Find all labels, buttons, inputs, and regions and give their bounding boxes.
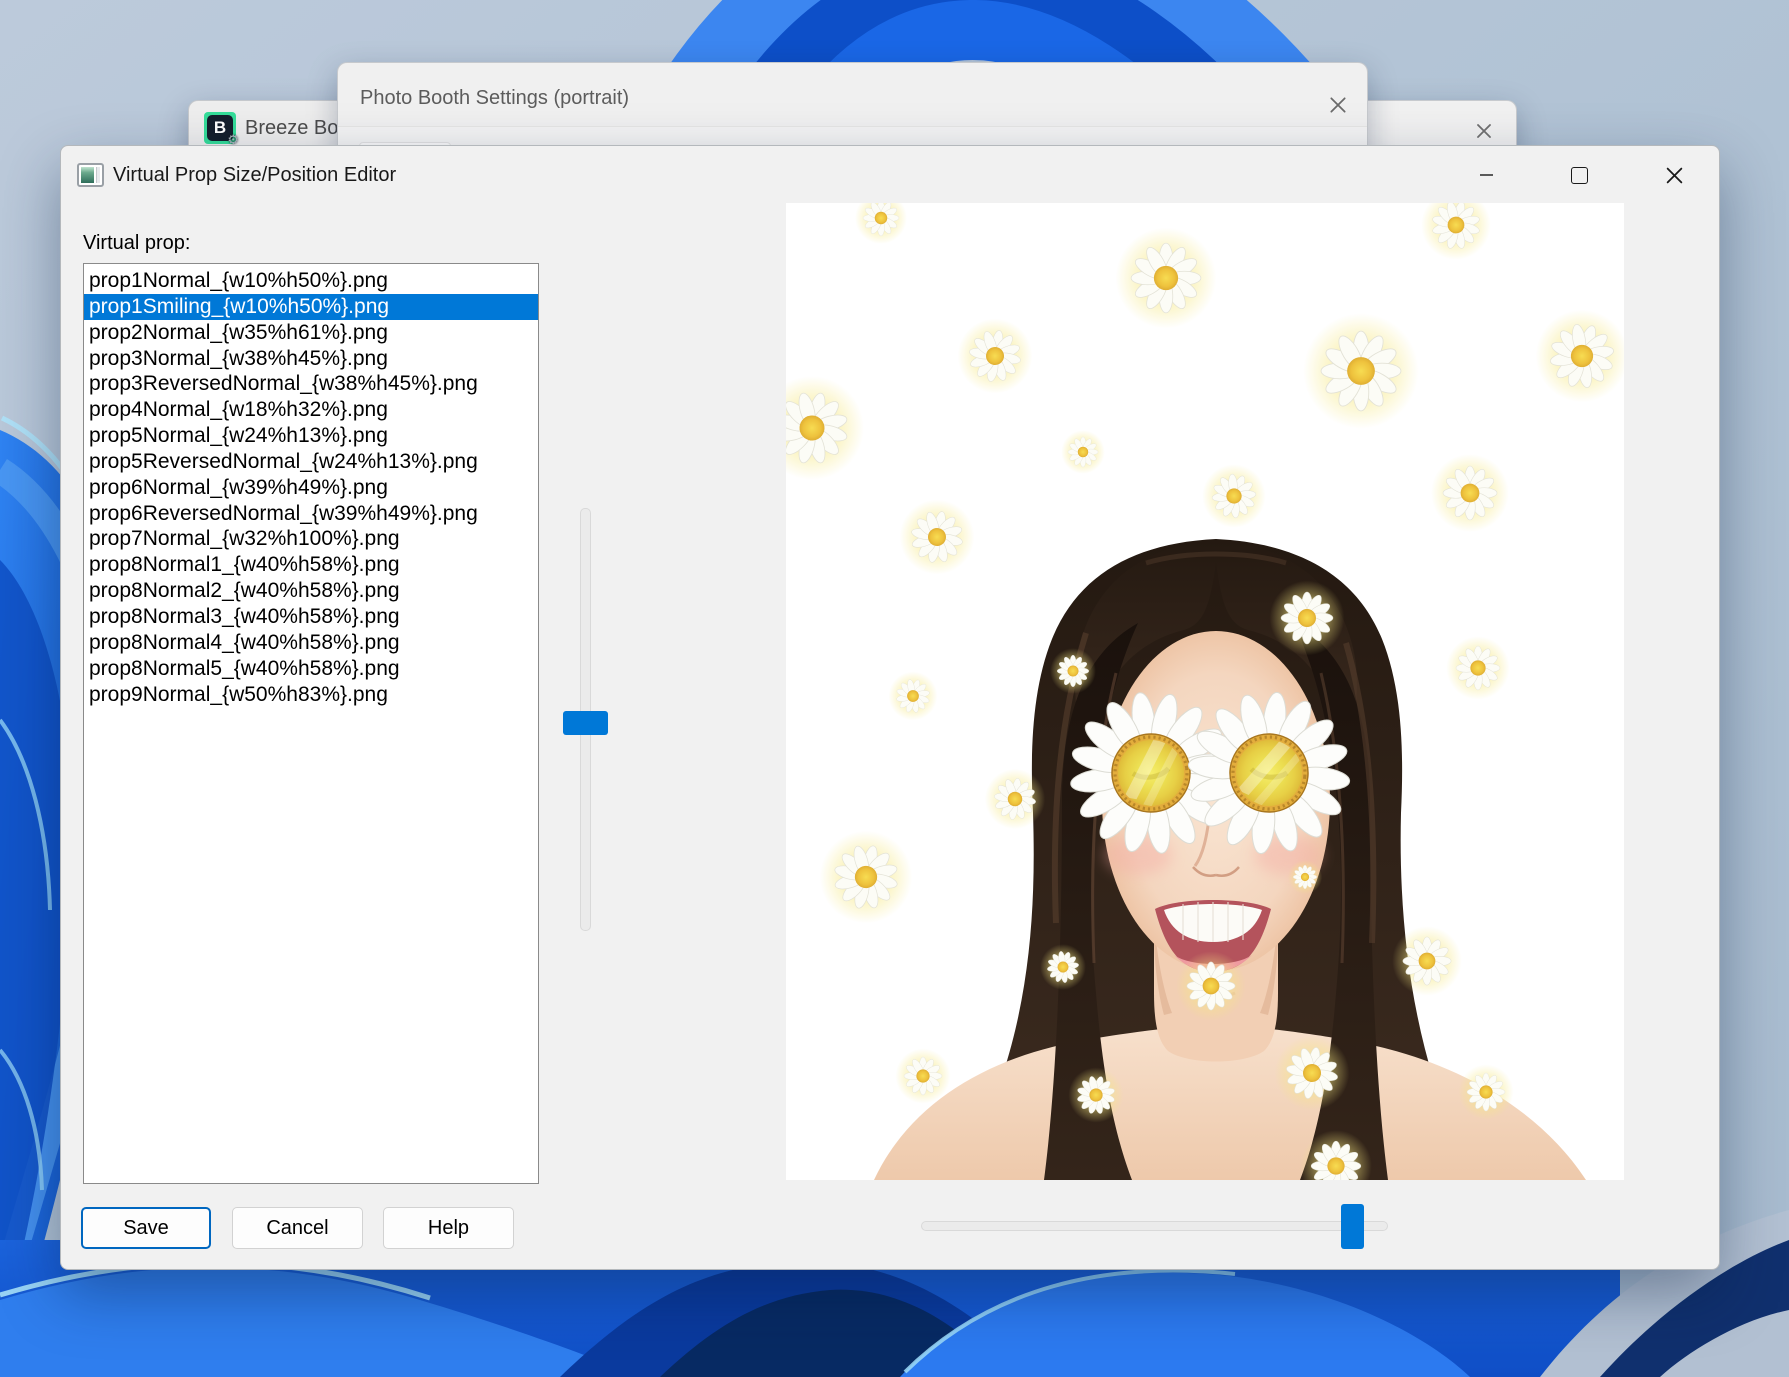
close-icon (1665, 166, 1684, 185)
minimize-icon (1480, 174, 1493, 176)
list-item[interactable]: prop6ReversedNormal_{w39%h49%}.png (84, 501, 538, 527)
list-item-selected[interactable]: prop1Smiling_{w10%h50%}.png (84, 294, 538, 320)
virtual-prop-label: Virtual prop: (83, 232, 190, 255)
list-item[interactable]: prop3Normal_{w38%h45%}.png (84, 346, 538, 372)
preview-image[interactable] (786, 203, 1624, 1180)
help-button[interactable]: Help (383, 1207, 514, 1249)
list-item[interactable]: prop8Normal3_{w40%h58%}.png (84, 604, 538, 630)
dialog-title: Virtual Prop Size/Position Editor (113, 146, 396, 204)
breeze-window-title: Breeze Bo (245, 117, 337, 140)
virtual-prop-listbox[interactable]: prop1Normal_{w10%h50%}.png prop1Smiling_… (83, 263, 539, 1184)
cancel-button[interactable]: Cancel (232, 1207, 363, 1249)
horizontal-position-slider-track[interactable] (921, 1221, 1388, 1231)
photo-booth-window-title: Photo Booth Settings (portrait) (360, 87, 629, 110)
minimize-button[interactable] (1464, 153, 1508, 197)
list-item[interactable]: prop8Normal5_{w40%h58%}.png (84, 656, 538, 682)
breeze-app-icon: B ⚙ (204, 112, 236, 144)
list-item[interactable]: prop4Normal_{w18%h32%}.png (84, 397, 538, 423)
horizontal-position-slider-thumb[interactable] (1341, 1204, 1364, 1249)
maximize-icon (1571, 167, 1588, 184)
app-icon (77, 163, 104, 187)
list-item[interactable]: prop5Normal_{w24%h13%}.png (84, 423, 538, 449)
list-item[interactable]: prop8Normal2_{w40%h58%}.png (84, 578, 538, 604)
list-item[interactable]: prop9Normal_{w50%h83%}.png (84, 682, 538, 708)
list-item[interactable]: prop8Normal1_{w40%h58%}.png (84, 552, 538, 578)
preview-panel[interactable] (786, 203, 1624, 1180)
list-item[interactable]: prop2Normal_{w35%h61%}.png (84, 320, 538, 346)
save-button[interactable]: Save (81, 1207, 211, 1249)
close-icon[interactable] (1320, 87, 1356, 123)
list-item[interactable]: prop8Normal4_{w40%h58%}.png (84, 630, 538, 656)
list-item[interactable]: prop6Normal_{w39%h49%}.png (84, 475, 538, 501)
list-item[interactable]: prop7Normal_{w32%h100%}.png (84, 526, 538, 552)
desktop: B ⚙ Breeze Bo Photo Booth Settings (port… (0, 0, 1789, 1377)
maximize-button[interactable] (1557, 153, 1601, 197)
list-item[interactable]: prop3ReversedNormal_{w38%h45%}.png (84, 371, 538, 397)
picture-icon (81, 167, 94, 183)
close-button[interactable] (1652, 153, 1696, 197)
dialog-titlebar[interactable]: Virtual Prop Size/Position Editor (61, 146, 1719, 204)
virtual-prop-editor-dialog: Virtual Prop Size/Position Editor Virtua… (60, 145, 1720, 1270)
list-item[interactable]: prop5ReversedNormal_{w24%h13%}.png (84, 449, 538, 475)
vertical-size-slider-thumb[interactable] (563, 711, 608, 735)
picture-icon-strip (96, 167, 100, 183)
list-item[interactable]: prop1Normal_{w10%h50%}.png (84, 268, 538, 294)
close-icon[interactable] (1466, 113, 1502, 149)
